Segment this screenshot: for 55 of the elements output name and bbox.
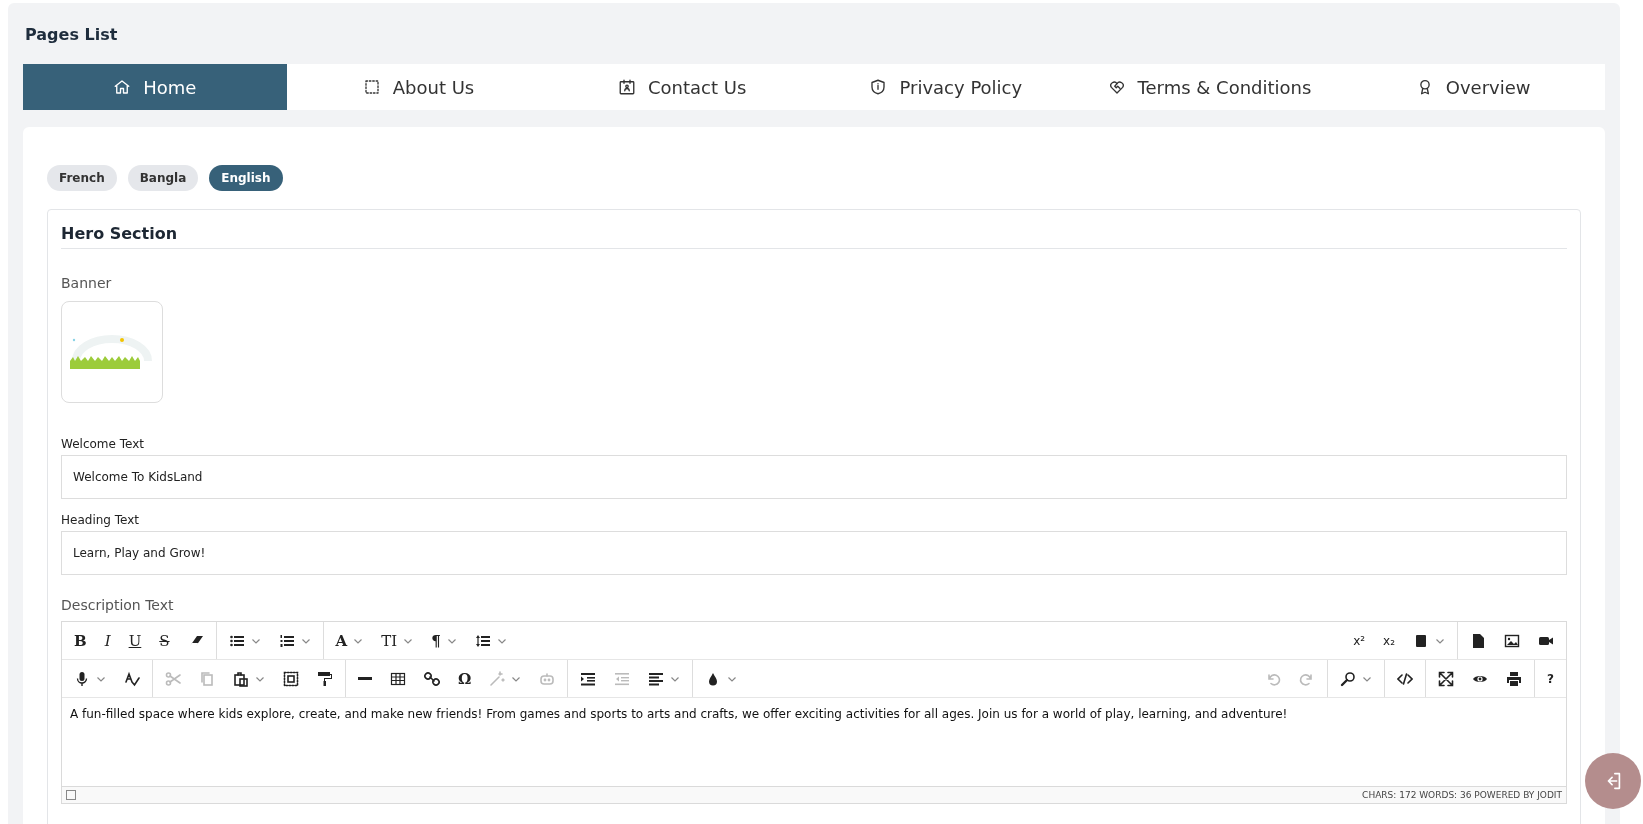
file-icon [1470,632,1486,649]
table-icon [390,670,406,687]
section-title: Hero Section [61,224,1567,249]
paint-roller-icon [317,670,333,687]
numbered-list-icon [278,632,295,649]
magic-wand-icon [489,670,506,687]
font-button[interactable]: A [326,625,373,656]
shield-icon [869,78,888,96]
language-pill[interactable]: Bangla [127,165,199,191]
bold-button[interactable]: B [65,625,96,656]
text-field[interactable]: Welcome To KidsLand [61,455,1567,499]
editor-status: CHARS: 172 WORDS: 36 POWERED BY JODIT [1362,790,1562,800]
text-field[interactable]: Learn, Play and Grow! [61,531,1567,575]
indent-icon [580,670,597,687]
dashed-square-icon [362,78,381,96]
grip-icon [66,790,76,800]
select-all-icon [283,670,299,687]
home-icon [113,78,132,96]
help-button[interactable]: ? [1538,663,1563,694]
search-icon [1340,670,1357,687]
align-left-icon [648,670,665,687]
banner-thumbnail[interactable] [61,301,163,403]
language-pill[interactable]: English [209,165,283,191]
image-icon [1504,632,1520,649]
spellcheck-icon [124,670,140,687]
expand-icon [1438,670,1455,687]
language-pill[interactable]: French [47,165,117,191]
page-tab[interactable]: Home [23,64,287,110]
outdent-icon [614,670,631,687]
paragraph-button[interactable]: ¶ [422,625,466,656]
logout-button[interactable] [1585,753,1641,809]
subscript-button[interactable]: x₂ [1374,625,1404,656]
clipboard-icon [233,670,249,687]
underline-button[interactable]: U [119,625,151,656]
field-label: Welcome Text [61,437,144,451]
robot-icon [539,670,556,687]
symbol-button[interactable]: Ω [449,663,481,694]
microphone-icon [74,670,90,687]
scissors-icon [165,670,181,687]
printer-icon [1506,670,1523,687]
field-label: Description Text [61,597,174,613]
link-icon [424,670,440,687]
editor-text[interactable]: A fun-filled space where kids explore, create, and make new friends! From games and sports to arts and crafts, we offer exciting activities for all ages. Join us for a world of play, learning, and adventure! [62,698,1566,786]
strikethrough-button[interactable]: S [150,625,179,656]
code-icon [1397,670,1414,687]
font-size-button[interactable]: TI [372,625,423,656]
book-icon [1413,632,1429,649]
italic-button[interactable]: I [95,625,120,656]
copy-icon [199,670,215,687]
field-label: Heading Text [61,513,140,527]
heart-handshake-icon [1107,78,1126,96]
superscript-button[interactable]: x² [1344,625,1375,656]
contact-card-icon [618,78,636,96]
field-label: Banner [61,275,112,291]
page-title: Pages List [25,25,118,44]
